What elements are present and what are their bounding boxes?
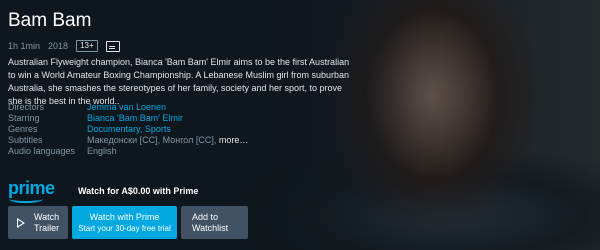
details-row-audio: Audio languages English [8,146,248,157]
duration: 1h 1min [8,41,41,51]
watch-trailer-label: Watch Trailer [34,212,59,234]
genres-label: Genres [8,124,38,134]
watch-for-price: Watch for A$0.00 with Prime [78,186,199,196]
add-to-watchlist-button[interactable]: Add to Watchlist [181,206,248,239]
starring-label: Starring [8,113,40,123]
watchlist-label: Watchlist [192,222,229,233]
release-year: 2018 [48,41,69,51]
subtitles-more-link[interactable]: more… [219,135,249,145]
details-row-genres: Genres Documentary, Sports [8,124,248,135]
details-list: Directors Jemma van Loenen Starring Bian… [8,102,248,157]
details-row-subtitles: Subtitles Македонски [CC], Монгол [CC], … [8,135,248,146]
watch-trailer-line1: Watch [34,211,60,222]
detail-content: Bam Bam 1h 1min 2018 13+ Australian Flyw… [0,0,600,250]
prime-row: prime Watch for A$0.00 with Prime [8,178,199,203]
directors-label: Directors [8,102,45,112]
meta-row: 1h 1min 2018 13+ [8,40,120,52]
free-trial-label: Start your 30-day free trial [78,223,171,233]
prime-smile-icon [9,195,43,203]
play-icon [17,217,25,228]
watch-with-prime-button[interactable]: Watch with Prime Start your 30-day free … [72,206,177,239]
watch-trailer-button[interactable]: Watch Trailer [8,206,68,239]
directors-link[interactable]: Jemma van Loenen [87,102,166,113]
rating-badge: 13+ [76,40,98,52]
subtitles-list: Македонски [CC], Монгол [CC], [87,135,217,145]
audio-value: English [87,146,117,156]
synopsis: Australian Flyweight champion, Bianca 'B… [8,57,350,106]
subtitles-label: Subtitles [8,135,43,145]
starring-link[interactable]: Bianca 'Bam Bam' Elmir [87,113,183,124]
prime-logo: prime [8,178,68,203]
genres-link[interactable]: Documentary, Sports [87,124,171,135]
watch-trailer-line2: Trailer [34,222,60,233]
add-to-label: Add to [192,211,219,222]
audio-label: Audio languages [8,146,76,156]
details-row-starring: Starring Bianca 'Bam Bam' Elmir [8,113,248,124]
cc-icon [105,40,120,52]
page-title: Bam Bam [8,10,92,31]
details-row-directors: Directors Jemma van Loenen [8,102,248,113]
action-buttons: Watch Trailer Watch with Prime Start you… [8,206,248,239]
subtitles-value: Македонски [CC], Монгол [CC], more… [87,135,248,146]
watch-with-prime-label: Watch with Prime [89,211,160,222]
